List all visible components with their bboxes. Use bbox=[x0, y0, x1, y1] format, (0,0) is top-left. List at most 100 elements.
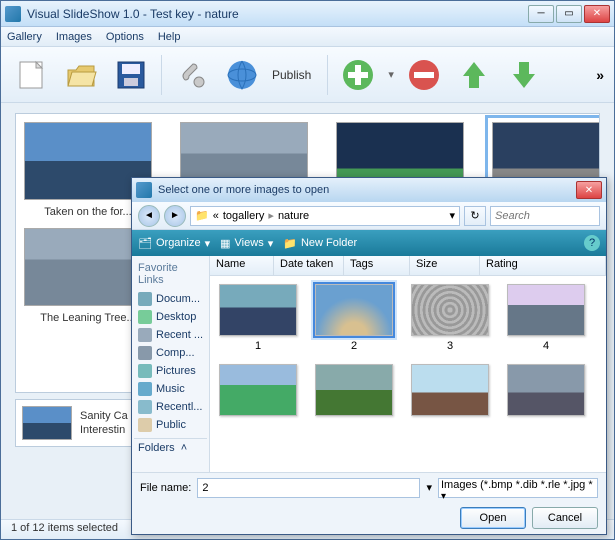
open-button[interactable] bbox=[61, 55, 101, 95]
nav-back-button[interactable]: ◄ bbox=[138, 205, 160, 227]
col-date[interactable]: Date taken bbox=[274, 256, 344, 275]
open-button[interactable]: Open bbox=[460, 507, 526, 529]
filetype-select[interactable]: Images (*.bmp *.dib *.rle *.jpg * ▾ bbox=[438, 478, 598, 498]
add-button[interactable] bbox=[338, 55, 378, 95]
toolbar: Publish ▾ » bbox=[1, 47, 614, 103]
organize-icon: 🗂 bbox=[138, 237, 152, 250]
col-size[interactable]: Size bbox=[410, 256, 480, 275]
file-label: 4 bbox=[506, 340, 586, 352]
file-label: 3 bbox=[410, 340, 490, 352]
dialog-filename-row: File name: ▾ Images (*.bmp *.dib *.rle *… bbox=[132, 472, 606, 502]
file-preview bbox=[507, 284, 585, 336]
dialog-list: Name Date taken Tags Size Rating 1 2 3 4 bbox=[210, 256, 606, 472]
settings-button[interactable] bbox=[172, 55, 212, 95]
cancel-button[interactable]: Cancel bbox=[532, 507, 598, 529]
close-button[interactable]: ✕ bbox=[584, 5, 610, 23]
publish-button[interactable] bbox=[222, 55, 262, 95]
sidebar-link-recent[interactable]: Recent ... bbox=[134, 326, 207, 344]
menu-options[interactable]: Options bbox=[106, 31, 144, 43]
new-folder-button[interactable]: 📁New Folder bbox=[283, 237, 357, 250]
organize-button[interactable]: 🗂Organize▾ bbox=[138, 237, 210, 250]
music-icon bbox=[138, 382, 152, 396]
file-item[interactable] bbox=[218, 364, 298, 420]
filename-input[interactable] bbox=[197, 478, 420, 498]
dialog-title: Select one or more images to open bbox=[158, 184, 576, 196]
file-item[interactable]: 3 bbox=[410, 284, 490, 352]
sidebar-link-recently[interactable]: Recentl... bbox=[134, 398, 207, 416]
file-label: 2 bbox=[314, 340, 394, 352]
move-down-button[interactable] bbox=[504, 55, 544, 95]
menu-help[interactable]: Help bbox=[158, 31, 181, 43]
refresh-button[interactable]: ↻ bbox=[464, 206, 486, 226]
detail-text: Sanity Ca Interestin bbox=[80, 409, 128, 438]
file-label: 1 bbox=[218, 340, 298, 352]
col-rating[interactable]: Rating bbox=[480, 256, 606, 275]
file-item-selected[interactable]: 2 bbox=[314, 284, 394, 352]
filename-dropdown[interactable]: ▾ bbox=[426, 481, 432, 494]
dialog-close-button[interactable]: ✕ bbox=[576, 181, 602, 199]
toolbar-separator bbox=[161, 55, 162, 95]
sidebar-link-documents[interactable]: Docum... bbox=[134, 290, 207, 308]
dialog-buttons: Open Cancel bbox=[132, 502, 606, 534]
toolbar-separator-2 bbox=[327, 55, 328, 95]
sidebar-link-pictures[interactable]: Pictures bbox=[134, 362, 207, 380]
dialog-app-icon bbox=[136, 182, 152, 198]
desktop-icon bbox=[138, 310, 152, 324]
sidebar-link-computer[interactable]: Comp... bbox=[134, 344, 207, 362]
menu-images[interactable]: Images bbox=[56, 31, 92, 43]
file-thumbnails: 1 2 3 4 bbox=[210, 276, 606, 428]
app-icon bbox=[5, 6, 21, 22]
chevron-up-icon: ˄ bbox=[181, 442, 187, 454]
public-icon bbox=[138, 418, 152, 432]
publish-label: Publish bbox=[272, 68, 311, 82]
computer-icon bbox=[138, 346, 152, 360]
dialog-toolbar: 🗂Organize▾ ▦Views▾ 📁New Folder ? bbox=[132, 230, 606, 256]
file-open-dialog: Select one or more images to open ✕ ◄ ► … bbox=[131, 177, 607, 535]
titlebar: Visual SlideShow 1.0 - Test key - nature… bbox=[1, 1, 614, 27]
move-up-button[interactable] bbox=[454, 55, 494, 95]
nav-forward-button[interactable]: ► bbox=[164, 205, 186, 227]
status-text: 1 of 12 items selected bbox=[11, 522, 118, 534]
file-item[interactable] bbox=[506, 364, 586, 420]
sidebar-link-public[interactable]: Public bbox=[134, 416, 207, 434]
filename-label: File name: bbox=[140, 482, 191, 494]
add-dropdown[interactable]: ▾ bbox=[388, 68, 394, 81]
sidebar-link-desktop[interactable]: Desktop bbox=[134, 308, 207, 326]
breadcrumb[interactable]: 📁 « togallery ▸ nature ▾ bbox=[190, 206, 460, 226]
file-preview bbox=[411, 284, 489, 336]
breadcrumb-item[interactable]: nature bbox=[278, 210, 309, 222]
col-tags[interactable]: Tags bbox=[344, 256, 410, 275]
file-item[interactable] bbox=[410, 364, 490, 420]
file-item[interactable]: 4 bbox=[506, 284, 586, 352]
save-button[interactable] bbox=[111, 55, 151, 95]
toolbar-overflow[interactable]: » bbox=[596, 67, 604, 83]
minimize-button[interactable]: ─ bbox=[528, 5, 554, 23]
file-preview bbox=[507, 364, 585, 416]
detail-line1: Sanity Ca bbox=[80, 409, 128, 423]
file-item[interactable]: 1 bbox=[218, 284, 298, 352]
dialog-sidebar: Favorite Links Docum... Desktop Recent .… bbox=[132, 256, 210, 472]
menubar: Gallery Images Options Help bbox=[1, 27, 614, 47]
breadcrumb-separator: ▸ bbox=[268, 209, 274, 222]
sidebar-link-music[interactable]: Music bbox=[134, 380, 207, 398]
maximize-button[interactable]: ▭ bbox=[556, 5, 582, 23]
file-preview bbox=[219, 284, 297, 336]
file-item[interactable] bbox=[314, 364, 394, 420]
remove-button[interactable] bbox=[404, 55, 444, 95]
folder-icon: 📁 bbox=[283, 237, 297, 250]
menu-gallery[interactable]: Gallery bbox=[7, 31, 42, 43]
main-window: Visual SlideShow 1.0 - Test key - nature… bbox=[0, 0, 615, 540]
search-input[interactable] bbox=[490, 206, 600, 226]
views-icon: ▦ bbox=[220, 237, 230, 250]
breadcrumb-item[interactable]: togallery bbox=[223, 210, 265, 222]
sidebar-folders-toggle[interactable]: Folders˄ bbox=[134, 438, 207, 457]
dialog-navbar: ◄ ► 📁 « togallery ▸ nature ▾ ↻ bbox=[132, 202, 606, 230]
file-preview bbox=[219, 364, 297, 416]
views-button[interactable]: ▦Views▾ bbox=[220, 237, 273, 250]
file-preview bbox=[411, 364, 489, 416]
help-button[interactable]: ? bbox=[584, 235, 600, 251]
pictures-icon bbox=[138, 364, 152, 378]
new-button[interactable] bbox=[11, 55, 51, 95]
col-name[interactable]: Name bbox=[210, 256, 274, 275]
breadcrumb-dropdown[interactable]: ▾ bbox=[449, 209, 455, 222]
